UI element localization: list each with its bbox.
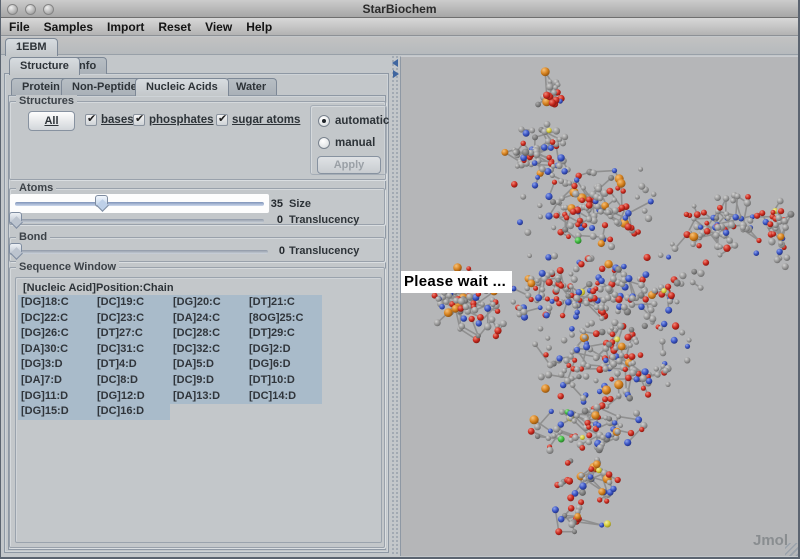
menu-item-reset[interactable]: Reset bbox=[158, 20, 191, 34]
jmol-watermark: Jmol bbox=[753, 532, 788, 549]
sequence-item[interactable]: [DG]20:C bbox=[170, 295, 246, 311]
sequence-item[interactable]: [DG]26:C bbox=[18, 326, 94, 342]
atoms-group-label: Atoms bbox=[16, 182, 56, 194]
sequence-item[interactable]: [DC]28:C bbox=[170, 326, 246, 342]
tab-1ebm[interactable]: 1EBM bbox=[5, 38, 58, 56]
title-bar[interactable]: StarBiochem bbox=[1, 0, 798, 18]
bond-translucency-label: Translucency bbox=[289, 245, 359, 257]
atom-size-value: 35 bbox=[265, 198, 283, 210]
radio-manual-label: manual bbox=[335, 137, 375, 149]
sequence-item[interactable]: [DT]29:C bbox=[246, 326, 322, 342]
sequence-item[interactable]: [DC]22:C bbox=[18, 311, 94, 327]
radio-automatic-dot[interactable] bbox=[318, 115, 330, 127]
checkbox-sugar-atoms[interactable]: ✔ sugar atoms bbox=[216, 114, 300, 126]
please-wait-overlay: Please wait ... bbox=[401, 271, 512, 293]
checkbox-bases-box[interactable]: ✔ bbox=[85, 114, 97, 126]
window-title: StarBiochem bbox=[1, 0, 798, 18]
sequence-list: [Nucleic Acid]Position:Chain [DG]18:C[DC… bbox=[15, 277, 382, 543]
sequence-item[interactable]: [DG]18:C bbox=[18, 295, 94, 311]
sequence-item[interactable]: [DC]31:C bbox=[94, 342, 170, 358]
sequence-item[interactable]: [DT]10:D bbox=[246, 373, 322, 389]
atom-size-slider-handle[interactable] bbox=[95, 195, 108, 207]
sequence-item[interactable]: [DA]13:D bbox=[170, 389, 246, 405]
checkbox-phosphates-label: phosphates bbox=[149, 114, 214, 126]
atom-translucency-slider-handle[interactable] bbox=[9, 212, 22, 224]
check-icon: ✔ bbox=[135, 112, 144, 125]
sequence-item[interactable]: [DG]15:D bbox=[18, 404, 94, 420]
atom-size-slider[interactable] bbox=[15, 202, 264, 206]
sequence-item[interactable]: [DC]16:D bbox=[94, 404, 170, 420]
radio-selected-icon bbox=[322, 119, 326, 123]
apply-button[interactable]: Apply bbox=[317, 156, 381, 174]
menu-item-samples[interactable]: Samples bbox=[44, 20, 93, 34]
menu-item-import[interactable]: Import bbox=[107, 20, 144, 34]
selection-mode-group: automatic manual Apply bbox=[310, 105, 387, 175]
check-icon: ✔ bbox=[218, 112, 227, 125]
check-icon: ✔ bbox=[87, 112, 96, 125]
bond-group-label: Bond bbox=[16, 231, 50, 243]
checkbox-bases[interactable]: ✔ bases bbox=[85, 114, 134, 126]
sequence-item[interactable]: [DG]6:D bbox=[246, 357, 322, 373]
sequence-item[interactable]: [DC]8:D bbox=[94, 373, 170, 389]
checkbox-sugar-atoms-label: sugar atoms bbox=[232, 114, 300, 126]
collapse-right-icon[interactable] bbox=[393, 70, 399, 78]
sequence-item[interactable]: [DA]5:D bbox=[170, 357, 246, 373]
resize-grip[interactable] bbox=[785, 543, 798, 556]
bond-translucency-slider-handle[interactable] bbox=[9, 243, 22, 255]
menu-item-file[interactable]: File bbox=[9, 20, 30, 34]
checkbox-sugar-atoms-box[interactable]: ✔ bbox=[216, 114, 228, 126]
document-tab-strip: 1EBM bbox=[1, 37, 798, 55]
radio-manual-dot[interactable] bbox=[318, 137, 330, 149]
sequence-item[interactable]: [DA]7:D bbox=[18, 373, 94, 389]
collapse-left-icon[interactable] bbox=[392, 59, 398, 67]
sequence-window-label: Sequence Window bbox=[16, 261, 119, 273]
checkbox-phosphates[interactable]: ✔ phosphates bbox=[133, 114, 214, 126]
tab-nucleic-acids[interactable]: Nucleic Acids bbox=[135, 78, 229, 96]
sequence-item[interactable]: [DC]9:D bbox=[170, 373, 246, 389]
sequence-item[interactable]: [DT]27:C bbox=[94, 326, 170, 342]
bond-translucency-value: 0 bbox=[267, 245, 285, 257]
sequence-window-group: Sequence Window [Nucleic Acid]Position:C… bbox=[9, 267, 385, 548]
sequence-item[interactable]: [DC]32:C bbox=[170, 342, 246, 358]
sequence-item[interactable]: [DT]4:D bbox=[94, 357, 170, 373]
atom-translucency-slider[interactable] bbox=[15, 219, 264, 223]
bond-translucency-slider[interactable] bbox=[15, 250, 268, 254]
radio-automatic-label: automatic bbox=[335, 115, 389, 127]
checkbox-bases-label: bases bbox=[101, 114, 134, 126]
all-button[interactable]: All bbox=[28, 111, 75, 131]
sequence-item[interactable]: [8OG]25:C bbox=[246, 311, 322, 327]
structures-group-label: Structures bbox=[16, 95, 77, 107]
radio-manual[interactable]: manual bbox=[318, 137, 375, 149]
sequence-item[interactable]: [DG]12:D bbox=[94, 389, 170, 405]
atom-size-label: Size bbox=[289, 198, 311, 210]
sequence-item[interactable]: [DA]24:C bbox=[170, 311, 246, 327]
tab-structure[interactable]: Structure bbox=[9, 57, 80, 75]
split-pane-divider[interactable] bbox=[391, 55, 400, 556]
menu-item-view[interactable]: View bbox=[205, 20, 232, 34]
sequence-item[interactable]: [DC]23:C bbox=[94, 311, 170, 327]
atom-translucency-value: 0 bbox=[265, 214, 283, 226]
sequence-item[interactable]: [DC]19:C bbox=[94, 295, 170, 311]
sequence-item[interactable]: [DG]3:D bbox=[18, 357, 94, 373]
sequence-header: [Nucleic Acid]Position:Chain bbox=[23, 282, 174, 294]
sequence-item[interactable]: [DT]21:C bbox=[246, 295, 322, 311]
menu-item-help[interactable]: Help bbox=[246, 20, 272, 34]
menu-bar: File Samples Import Reset View Help bbox=[1, 18, 798, 36]
sequence-item[interactable]: [DG]11:D bbox=[18, 389, 94, 405]
sequence-item[interactable]: [DA]30:C bbox=[18, 342, 94, 358]
molecule-render bbox=[401, 57, 798, 556]
sequence-item[interactable]: [DG]2:D bbox=[246, 342, 322, 358]
sequence-grid: [DG]18:C[DC]19:C[DG]20:C[DT]21:C [DC]22:C… bbox=[18, 295, 322, 420]
checkbox-phosphates-box[interactable]: ✔ bbox=[133, 114, 145, 126]
tab-water[interactable]: Water bbox=[225, 78, 277, 95]
atom-translucency-label: Translucency bbox=[289, 214, 359, 226]
sequence-item[interactable]: [DC]14:D bbox=[246, 389, 322, 405]
molecule-viewer[interactable]: Please wait ... Jmol bbox=[400, 56, 798, 556]
app-window: StarBiochem File Samples Import Reset Vi… bbox=[0, 0, 800, 559]
structures-group: Structures All ✔ bases ✔ phosphates ✔ su… bbox=[9, 101, 386, 180]
radio-automatic[interactable]: automatic bbox=[318, 115, 389, 127]
